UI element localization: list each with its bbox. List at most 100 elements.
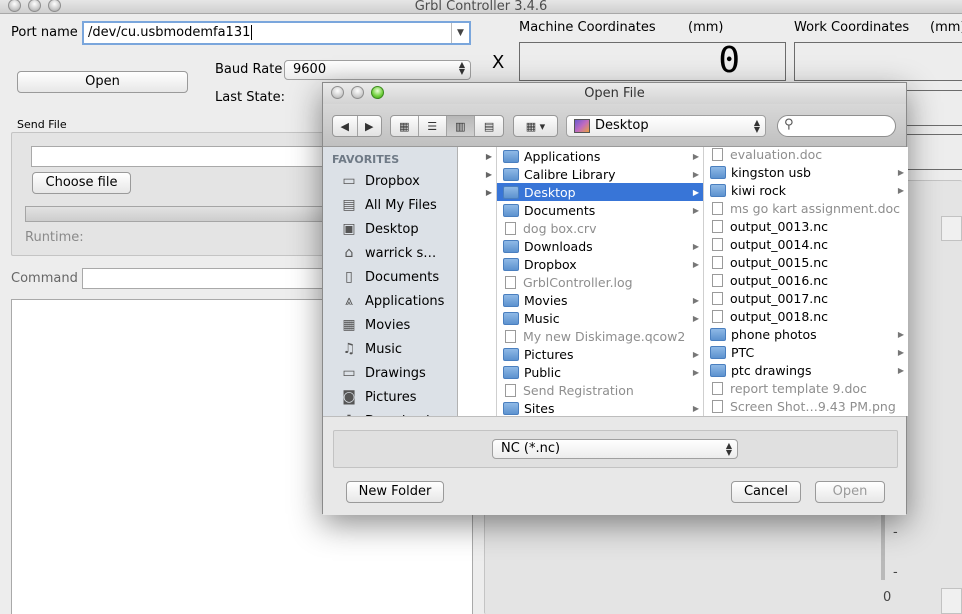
- folder-item[interactable]: Documents ▶: [497, 201, 703, 219]
- file-item[interactable]: output_0015.nc: [704, 253, 908, 271]
- coverflow-view-icon[interactable]: ▤: [475, 116, 503, 136]
- side-control[interactable]: [941, 216, 962, 241]
- file-item[interactable]: report template 9.doc: [704, 379, 908, 397]
- list-item[interactable]: [458, 219, 496, 237]
- list-item[interactable]: ▶: [458, 183, 496, 201]
- new-folder-button[interactable]: New Folder: [346, 481, 444, 503]
- list-item[interactable]: [458, 237, 496, 255]
- file-item[interactable]: output_0016.nc: [704, 271, 908, 289]
- list-item[interactable]: [458, 345, 496, 363]
- file-item[interactable]: ms go kart assignment.doc: [704, 199, 908, 217]
- list-item[interactable]: ▶: [458, 165, 496, 183]
- favorites-header: FAVORITES: [332, 153, 400, 166]
- location-popup[interactable]: Desktop ▲ ▼: [566, 115, 766, 137]
- progress-bar: [25, 206, 331, 222]
- item-label: Send Registration: [523, 382, 634, 398]
- sidebar-item[interactable]: ⩓ Applications: [340, 289, 444, 313]
- sidebar-item-label: Dropbox: [365, 173, 420, 189]
- choose-file-button[interactable]: Choose file: [32, 172, 131, 194]
- list-item[interactable]: [458, 309, 496, 327]
- baud-rate-select[interactable]: 9600 ▲ ▼: [284, 60, 471, 80]
- list-item[interactable]: [458, 273, 496, 291]
- command-input[interactable]: [82, 268, 331, 289]
- list-item[interactable]: [458, 363, 496, 381]
- folder-item[interactable]: kingston usb ▶: [704, 163, 908, 181]
- sidebar-item[interactable]: ♫ Music: [340, 337, 402, 361]
- file-item[interactable]: My new Diskimage.qcow2: [497, 327, 703, 345]
- folder-item[interactable]: Applications ▶: [497, 147, 703, 165]
- close-window-button[interactable]: [8, 0, 21, 12]
- minimize-window-button[interactable]: [28, 0, 41, 12]
- list-item[interactable]: [458, 399, 496, 416]
- folder-item[interactable]: Pictures ▶: [497, 345, 703, 363]
- file-item[interactable]: Send Registration: [497, 381, 703, 399]
- folder-item[interactable]: phone photos ▶: [704, 325, 908, 343]
- dialog-minimize-button[interactable]: [351, 86, 364, 99]
- cancel-button[interactable]: Cancel: [731, 481, 801, 503]
- folder-item[interactable]: ptc drawings ▶: [704, 361, 908, 379]
- sidebar-item[interactable]: ▦ Movies: [340, 313, 410, 337]
- file-item[interactable]: output_0013.nc: [704, 217, 908, 235]
- list-item[interactable]: [458, 201, 496, 219]
- icon-view-icon[interactable]: ▦: [391, 116, 419, 136]
- desktop-icon: [574, 119, 590, 133]
- folder-icon: ▭: [342, 365, 356, 381]
- list-item[interactable]: [458, 255, 496, 273]
- folder-item[interactable]: Dropbox ▶: [497, 255, 703, 273]
- chevron-down-icon[interactable]: ▼: [451, 23, 469, 43]
- list-item[interactable]: ▶: [458, 147, 496, 165]
- file-item[interactable]: GrblController.log: [497, 273, 703, 291]
- folder-item[interactable]: PTC ▶: [704, 343, 908, 361]
- main-title-bar: Grbl Controller 3.4.6: [0, 0, 962, 14]
- folder-item[interactable]: Sites ▶: [497, 399, 703, 416]
- file-item[interactable]: output_0017.nc: [704, 289, 908, 307]
- sidebar-item[interactable]: ▤ All My Files: [340, 193, 436, 217]
- list-item[interactable]: [458, 291, 496, 309]
- dialog-zoom-button[interactable]: [371, 86, 384, 99]
- item-label: kiwi rock: [731, 182, 787, 198]
- sidebar-item[interactable]: ▣ Desktop: [340, 217, 418, 241]
- column-view-icon[interactable]: ▥: [446, 116, 476, 136]
- file-item[interactable]: dog box.crv: [497, 219, 703, 237]
- folder-item[interactable]: Public ▶: [497, 363, 703, 381]
- file-item[interactable]: Screen Shot…9.43 PM.png: [704, 397, 908, 415]
- sidebar-item[interactable]: ⌂ warrick s…: [340, 241, 437, 265]
- sidebar-item[interactable]: ⬇Downloads: [340, 409, 436, 416]
- folder-item[interactable]: Music ▶: [497, 309, 703, 327]
- document-icon: [505, 329, 516, 343]
- file-type-filter-select[interactable]: NC (*.nc) ▲ ▼: [492, 439, 738, 459]
- sidebar-item[interactable]: ▭ Drawings: [340, 361, 425, 385]
- open-port-button[interactable]: Open: [17, 71, 188, 93]
- port-name-combobox[interactable]: /dev/cu.usbmodemfa131 ▼: [82, 21, 471, 45]
- folder-item[interactable]: kiwi rock ▶: [704, 181, 908, 199]
- list-view-icon[interactable]: ☰: [419, 116, 447, 136]
- document-icon: [712, 147, 723, 161]
- search-field[interactable]: ⚲: [777, 115, 896, 137]
- open-file-button[interactable]: Open: [815, 481, 885, 503]
- dialog-close-button[interactable]: [331, 86, 344, 99]
- file-item[interactable]: output_0014.nc: [704, 235, 908, 253]
- zoom-window-button[interactable]: [48, 0, 61, 12]
- chevron-right-icon: ▶: [897, 185, 904, 195]
- arrange-menu-icon[interactable]: ▦ ▾: [514, 116, 557, 136]
- folder-item[interactable]: Movies ▶: [497, 291, 703, 309]
- sidebar-item[interactable]: ▭ Dropbox: [340, 169, 420, 193]
- folder-item[interactable]: Desktop ▶: [497, 183, 703, 201]
- folder-item[interactable]: Calibre Library ▶: [497, 165, 703, 183]
- back-icon[interactable]: ◀: [333, 116, 358, 136]
- search-input[interactable]: [800, 118, 890, 132]
- list-item[interactable]: [458, 327, 496, 345]
- file-item[interactable]: output_0018.nc: [704, 307, 908, 325]
- item-label: PTC: [731, 344, 755, 360]
- side-control-bottom[interactable]: [941, 588, 962, 614]
- sidebar-item-label: Documents: [365, 269, 440, 285]
- sidebar-item-label: Pictures: [365, 389, 417, 405]
- back-forward-control: ◀ ▶: [332, 115, 382, 137]
- file-path-field[interactable]: [31, 146, 331, 167]
- file-item[interactable]: evaluation.doc: [704, 147, 908, 163]
- sidebar-item[interactable]: ▯ Documents: [340, 265, 439, 289]
- forward-icon[interactable]: ▶: [358, 116, 382, 136]
- list-item[interactable]: [458, 381, 496, 399]
- sidebar-item[interactable]: ◙ Pictures: [340, 385, 416, 409]
- folder-item[interactable]: Downloads ▶: [497, 237, 703, 255]
